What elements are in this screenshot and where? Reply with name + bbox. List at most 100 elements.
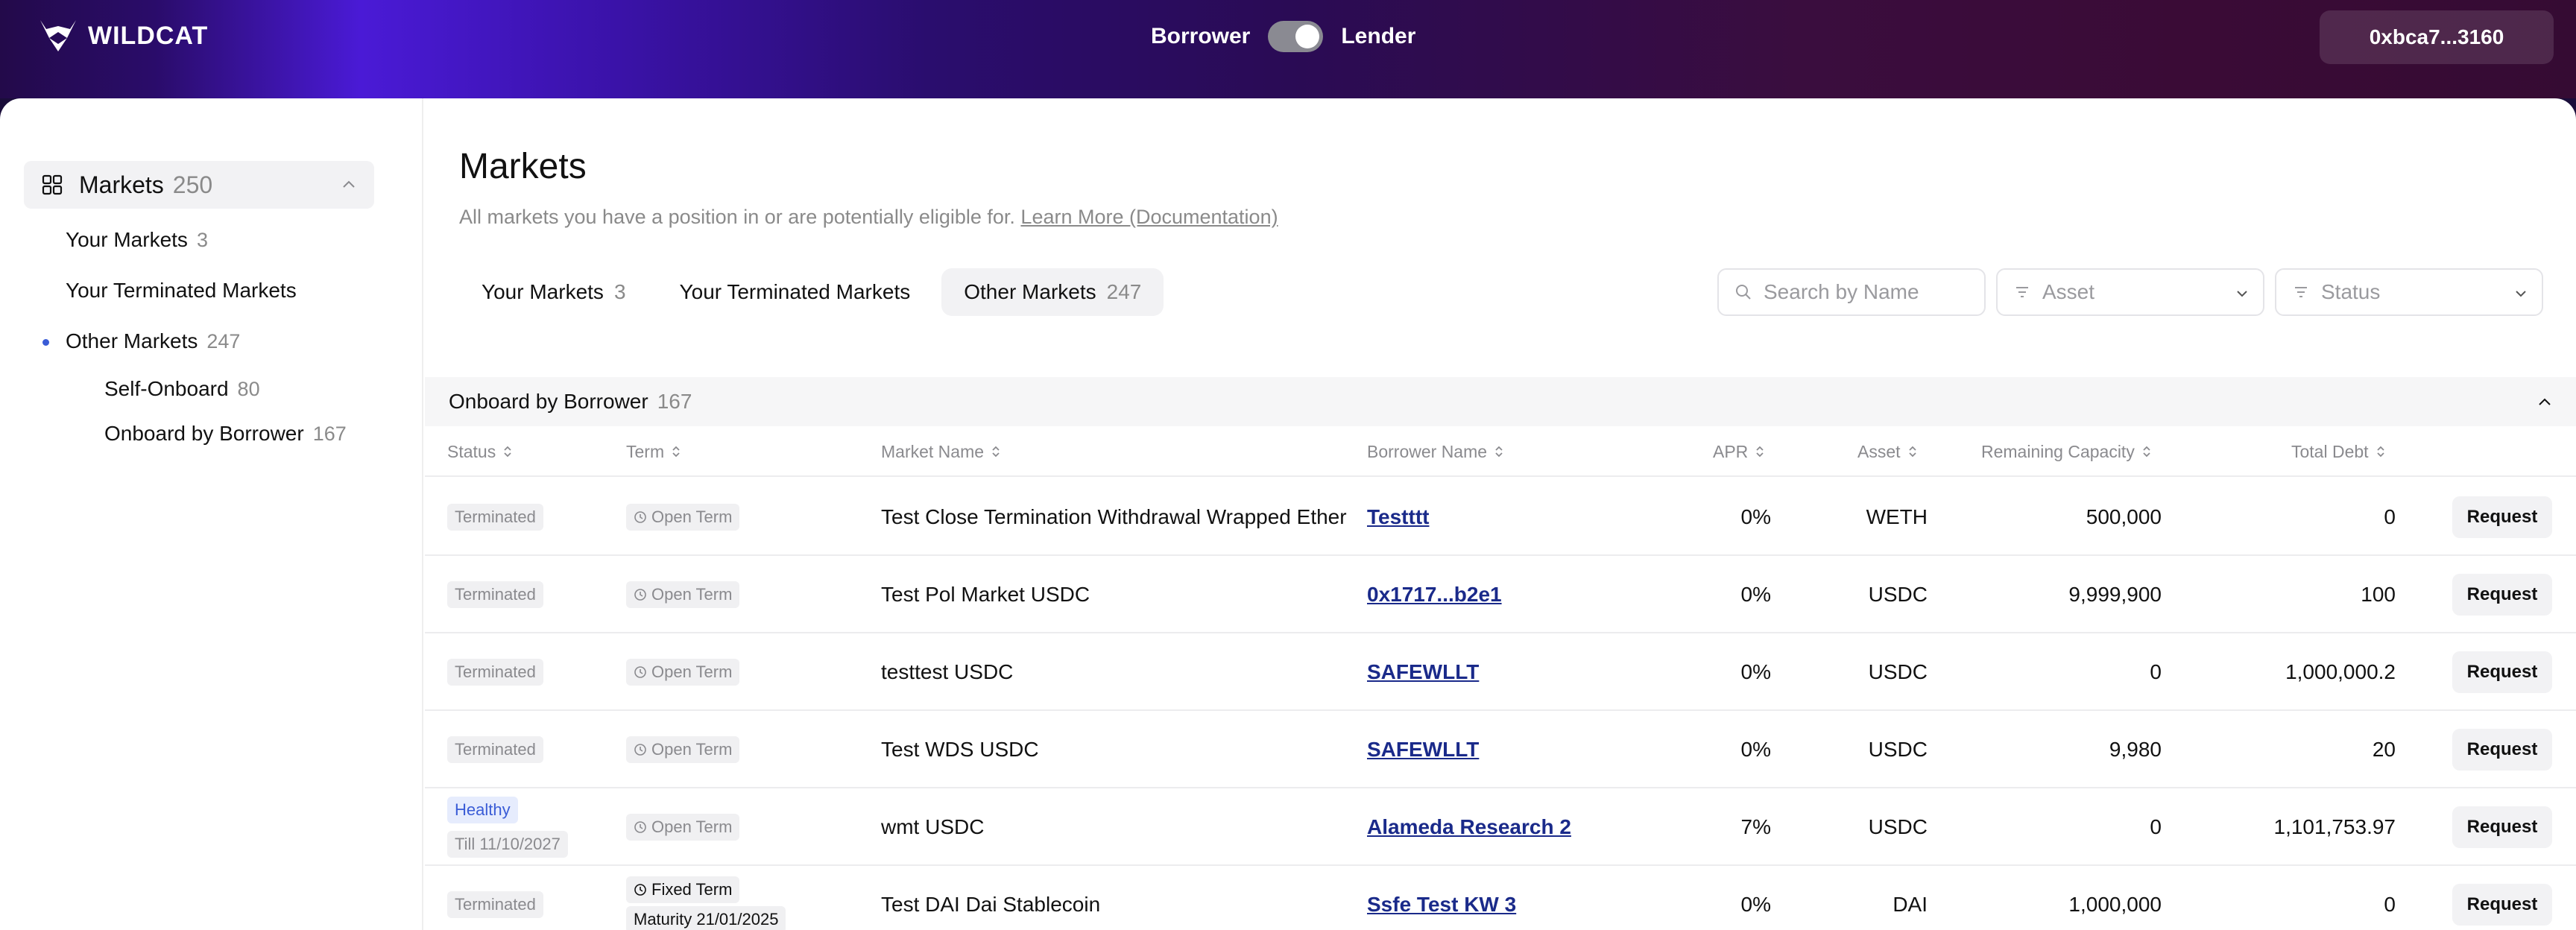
maturity-badge: Maturity 21/01/2025 (626, 906, 786, 930)
wildcat-logo-icon (40, 20, 76, 51)
table-row[interactable]: Terminated Open Term Test Pol Market USDC 0… (425, 556, 2576, 633)
market-name[interactable]: Test DAI Dai Stablecoin (881, 866, 1100, 930)
request-button[interactable]: Request (2452, 496, 2552, 538)
asset-value: WETH (1866, 505, 1928, 528)
status-cell: Terminated (447, 633, 543, 711)
sidebar-subitem-self-onboard[interactable]: Self-Onboard 80 (104, 377, 260, 401)
asset-filter-select[interactable]: Asset (1996, 268, 2264, 316)
borrower-link[interactable]: 0x1717...b2e1 (1367, 583, 1502, 607)
column-header-label: Status (447, 441, 496, 461)
column-header-term[interactable]: Term (626, 426, 681, 477)
column-header-total-debt[interactable]: Total Debt (2291, 426, 2385, 477)
sidebar-item-label: Your Terminated Markets (66, 279, 297, 302)
sidebar-subitem-label: Onboard by Borrower (104, 422, 304, 445)
column-header-borrower-name[interactable]: Borrower Name (1367, 426, 1503, 477)
column-header-label: Asset (1857, 441, 1901, 461)
request-button[interactable]: Request (2452, 884, 2552, 926)
role-switch[interactable] (1268, 21, 1324, 52)
chevron-up-icon[interactable] (2536, 393, 2554, 411)
sidebar-markets-section[interactable]: Markets 250 (24, 161, 374, 209)
request-button[interactable]: Request (2452, 729, 2552, 771)
term-label: Fixed Term (651, 880, 733, 899)
brand-logo[interactable]: WILDCAT (39, 18, 208, 54)
tab-your-markets[interactable]: Your Markets 3 (459, 268, 648, 316)
total-debt-value: 0 (2384, 505, 2396, 528)
table-row[interactable]: Terminated Fixed Term Maturity 21/01/2025 T… (425, 866, 2576, 930)
apr-value: 0% (1740, 660, 1771, 683)
column-header-apr[interactable]: APR (1713, 426, 1764, 477)
asset-filter-label: Asset (2042, 280, 2095, 303)
term-label: Open Term (651, 740, 733, 759)
table-row[interactable]: Terminated Open Term testtest USDC SAFEWLLT… (425, 633, 2576, 711)
chevron-down-icon (2237, 291, 2247, 297)
role-toggle: Borrower Lender (1151, 19, 1415, 54)
market-name[interactable]: Test Close Termination Withdrawal Wrappe… (881, 478, 1347, 556)
borrower-link[interactable]: Ssfe Test KW 3 (1367, 893, 1516, 917)
switch-knob (1295, 25, 1320, 48)
remaining-capacity-value: 9,980 (2109, 738, 2162, 761)
search-input[interactable]: Search by Name (1717, 268, 1986, 316)
clock-icon (634, 666, 646, 678)
column-header-remaining-capacity[interactable]: Remaining Capacity (1981, 426, 2151, 477)
role-lender-label[interactable]: Lender (1341, 24, 1415, 49)
table-row[interactable]: Terminated Open Term Test Close Terminatio… (425, 478, 2576, 556)
tab-your-terminated-markets[interactable]: Your Terminated Markets (657, 268, 933, 316)
page-subtitle: All markets you have a position in or ar… (459, 206, 1278, 229)
main-content: Markets All markets you have a position … (425, 98, 2576, 930)
status-badge: Terminated (447, 581, 543, 608)
column-header-label: Term (626, 441, 665, 461)
market-name[interactable]: Test WDS USDC (881, 711, 1039, 788)
status-cell: Terminated (447, 711, 543, 788)
borrower-link[interactable]: SAFEWLLT (1367, 738, 1479, 762)
tab-label: Your Markets (482, 280, 604, 303)
table-row[interactable]: Terminated Open Term Test WDS USDC SAFEWLLT… (425, 711, 2576, 788)
status-cell: Terminated (447, 866, 543, 930)
top-header: WILDCAT Borrower Lender 0xbca7...3160 (0, 0, 2576, 98)
borrower-link[interactable]: SAFEWLLT (1367, 660, 1479, 684)
sidebar-item-other-markets[interactable]: Other Markets 247 (66, 329, 240, 353)
remaining-capacity-value: 0 (2150, 660, 2162, 683)
column-header-status[interactable]: Status (447, 426, 512, 477)
borrower-link[interactable]: Testttt (1367, 505, 1429, 529)
term-badge: Open Term (626, 736, 740, 763)
sidebar-item-your-markets[interactable]: Your Markets 3 (66, 228, 208, 252)
chevron-up-icon[interactable] (340, 176, 358, 194)
group-header[interactable]: Onboard by Borrower 167 (425, 377, 2576, 426)
apr-value: 0% (1740, 893, 1771, 916)
role-borrower-label[interactable]: Borrower (1151, 24, 1250, 49)
chevron-down-icon (2516, 291, 2526, 297)
status-badge: Terminated (447, 504, 543, 531)
status-cell: Healthy Till 11/10/2027 (447, 788, 568, 866)
borrower-link[interactable]: Alameda Research 2 (1367, 815, 1571, 839)
column-header-market-name[interactable]: Market Name (881, 426, 1000, 477)
filter-icon (2295, 287, 2307, 297)
learn-more-link[interactable]: Learn More (Documentation) (1020, 206, 1278, 228)
page-title: Markets (459, 147, 587, 186)
search-placeholder: Search by Name (1764, 280, 1919, 303)
apr-value: 0% (1740, 738, 1771, 761)
group-count: 167 (657, 390, 692, 413)
sidebar-section-title: Markets (79, 171, 164, 198)
request-button[interactable]: Request (2452, 651, 2552, 693)
term-cell: Open Term (626, 711, 740, 788)
filters: Search by Name Asset Status (1717, 268, 2543, 316)
table-row[interactable]: Healthy Till 11/10/2027 Open Term wmt USDC A… (425, 788, 2576, 866)
sidebar-item-your-terminated-markets[interactable]: Your Terminated Markets (66, 279, 297, 303)
request-button[interactable]: Request (2452, 574, 2552, 616)
term-badge: Fixed Term (626, 876, 740, 903)
clock-icon (634, 821, 646, 833)
market-name[interactable]: testtest USDC (881, 633, 1013, 711)
column-header-asset[interactable]: Asset (1857, 426, 1917, 477)
apr-value: 7% (1740, 815, 1771, 838)
market-name[interactable]: Test Pol Market USDC (881, 556, 1090, 633)
request-button[interactable]: Request (2452, 806, 2552, 848)
tab-other-markets[interactable]: Other Markets 247 (941, 268, 1164, 316)
wallet-button[interactable]: 0xbca7...3160 (2320, 10, 2554, 64)
sort-icon (2376, 446, 2384, 458)
apr-value: 0% (1740, 583, 1771, 606)
status-filter-select[interactable]: Status (2275, 268, 2543, 316)
total-debt-value: 1,000,000.2 (2285, 660, 2396, 683)
sidebar-subitem-count: 80 (237, 378, 260, 400)
market-name[interactable]: wmt USDC (881, 788, 984, 866)
sidebar-subitem-onboard-by-borrower[interactable]: Onboard by Borrower 167 (104, 422, 347, 446)
